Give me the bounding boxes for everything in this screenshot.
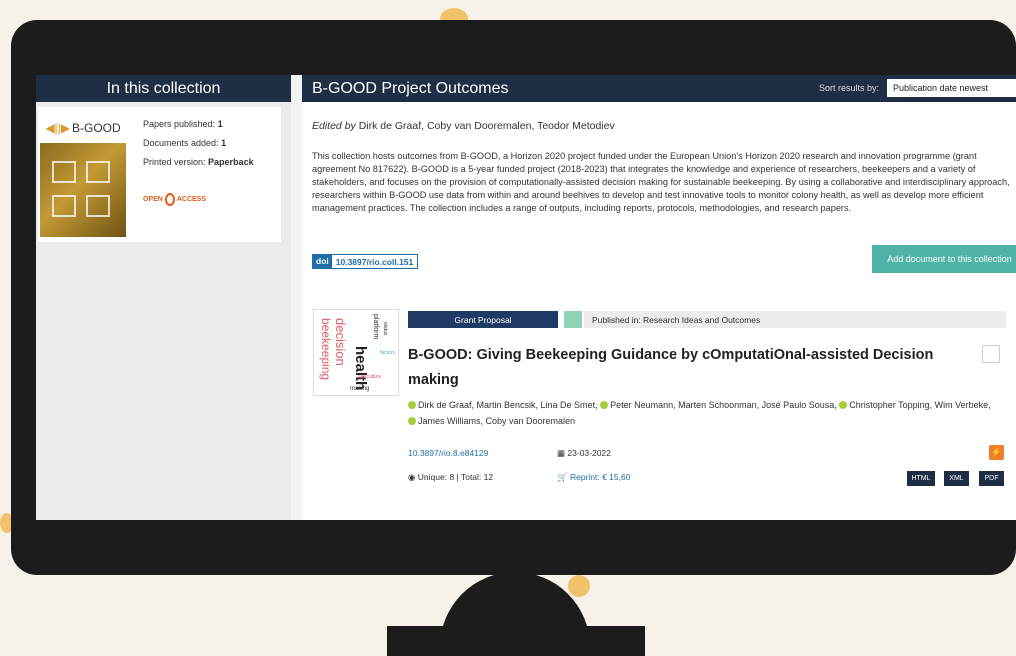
calendar-icon: ▦ [557,448,566,458]
wordcloud-word: making [350,386,369,392]
open-lock-icon [164,193,175,206]
papers-count: 1 [217,119,223,129]
authors-line: James Williams, Coby van Dooremalen [418,416,576,426]
orcid-icon[interactable] [408,401,416,409]
published-in[interactable]: Published in: Research Ideas and Outcome… [584,311,1006,328]
wordcloud-word: health [352,346,369,390]
doi-tag: doi [313,255,332,268]
editors-line: Edited by Dirk de Graaf, Coby van Doorem… [312,120,615,132]
collection-main: B-GOOD Project Outcomes Sort results by:… [302,75,1016,520]
cart-icon: 🛒 [557,472,568,482]
bgood-logo: ◀||▶ B-GOOD [40,113,126,143]
authors-line: Peter Neumann, Marten Schoonman, José Pa… [610,400,837,410]
select-checkbox[interactable] [982,345,1000,363]
monitor-base [387,626,645,656]
sort-label: Sort results by: [818,83,879,93]
sound-wave-icon: ◀||▶ [45,121,71,135]
collection-sidebar: In this collection ◀||▶ B-GOOD Papers pu… [36,75,291,520]
papers-label: Papers published: [143,119,216,129]
reprint-link[interactable]: 🛒 Reprint: € 15,60 [557,472,630,483]
views-value: Unique: 8 | Total: 12 [417,472,494,482]
printed-label: Printed version: [143,157,206,167]
reprint-value: Reprint: € 15,60 [569,472,631,482]
pdf-format-button[interactable]: PDF [979,471,1004,486]
html-format-button[interactable]: HTML [907,471,935,486]
date-value: 23-03-2022 [567,448,611,458]
logo-text: B-GOOD [72,121,121,135]
wordcloud-word: status [382,322,388,336]
wordcloud-word: beekeeping [319,318,333,380]
article-views: ◉ Unique: 8 | Total: 12 [408,472,493,483]
orcid-icon[interactable] [408,417,416,425]
collection-doi[interactable]: doi 10.3897/rio.coll.151 [312,254,419,269]
article-authors: Dirk de Graaf, Martin Bencsik, Lina De S… [408,397,998,429]
documents-label: Documents added: [143,138,219,148]
editors: Dirk de Graaf, Coby van Dooremalen, Teod… [358,120,615,132]
collection-header: B-GOOD Project Outcomes Sort results by:… [302,75,1016,102]
open-access-badge: OPEN ACCESS [143,193,206,206]
collection-title: B-GOOD Project Outcomes [312,79,509,97]
edited-by-label: Edited by [312,120,356,132]
article-thumbnail[interactable]: health decision beekeeping platform maki… [313,309,399,396]
article-title[interactable]: B-GOOD: Giving Beekeeping Guidance by cO… [408,343,968,393]
journal-color-tag [564,311,582,328]
sort-value: Publication date newest [893,83,989,93]
add-document-button[interactable]: Add document to this collection [872,245,1016,273]
wordcloud-word: platform [372,314,379,339]
open-access-prefix: OPEN [143,196,163,203]
wordcloud-image: health decision beekeeping platform maki… [319,314,396,392]
collection-description: This collection hosts outcomes from B-GO… [312,151,1010,213]
collection-stats: Papers published: 1 Documents added: 1 P… [143,115,254,172]
authors-line: Dirk de Graaf, Martin Bencsik, Lina De S… [418,400,598,410]
article-type-badge: Grant Proposal [408,311,558,328]
orcid-icon[interactable] [839,401,848,409]
sort-select[interactable]: Publication date newest ⌄ [887,79,1016,97]
orcid-icon[interactable] [600,401,609,409]
xml-format-button[interactable]: XML [944,471,969,486]
sidebar-heading: In this collection [36,75,291,102]
decorative-blob [568,575,590,597]
monitor-frame: In this collection ◀||▶ B-GOOD Papers pu… [11,20,1016,575]
wordcloud-word: agriculture [358,374,382,380]
documents-count: 1 [221,138,227,148]
wordcloud-word: decision [333,318,348,366]
wordcloud-word: factors [380,350,396,356]
rss-icon[interactable]: ⚡ [989,445,1004,460]
eye-icon: ◉ [408,472,416,482]
authors-line: Christopher Topping, Wim Verbeke, [849,400,991,410]
open-access-suffix: ACCESS [176,196,207,203]
doi-value: 10.3897/rio.coll.151 [335,256,414,267]
cover-image [40,143,126,237]
collection-cover[interactable]: ◀||▶ B-GOOD [40,113,126,237]
collection-info-card: ◀||▶ B-GOOD Papers published: 1 Document… [38,107,281,242]
article-date: ▦ 23-03-2022 [557,448,611,459]
screen: In this collection ◀||▶ B-GOOD Papers pu… [36,75,1016,520]
article-doi-link[interactable]: 10.3897/rio.8.e84129 [408,448,488,458]
printed-version[interactable]: Paperback [208,157,254,167]
